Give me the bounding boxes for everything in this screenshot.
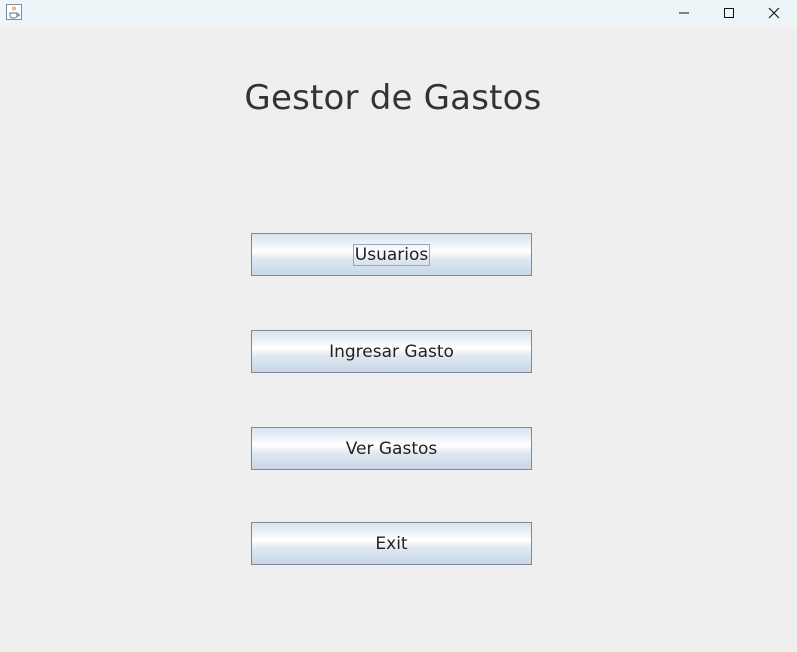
app-title: Gestor de Gastos xyxy=(244,78,542,118)
ver-gastos-button[interactable]: Ver Gastos xyxy=(251,427,532,470)
close-button[interactable] xyxy=(751,0,797,26)
title-bar[interactable] xyxy=(0,0,797,26)
java-coffee-cup-icon[interactable] xyxy=(6,4,22,20)
maximize-button[interactable] xyxy=(706,0,752,26)
close-icon xyxy=(768,7,780,19)
minimize-button[interactable] xyxy=(661,0,707,26)
usuarios-button-label: Usuarios xyxy=(352,243,431,266)
app-window: Gestor de Gastos Usuarios Ingresar Gasto… xyxy=(0,0,797,652)
exit-button[interactable]: Exit xyxy=(251,522,532,565)
ingresar-gasto-button[interactable]: Ingresar Gasto xyxy=(251,330,532,373)
maximize-icon xyxy=(724,8,734,18)
minimize-icon xyxy=(679,12,689,14)
ingresar-gasto-button-label: Ingresar Gasto xyxy=(329,341,454,362)
exit-button-label: Exit xyxy=(375,533,408,554)
ver-gastos-button-label: Ver Gastos xyxy=(345,438,438,459)
usuarios-button[interactable]: Usuarios xyxy=(251,233,532,276)
